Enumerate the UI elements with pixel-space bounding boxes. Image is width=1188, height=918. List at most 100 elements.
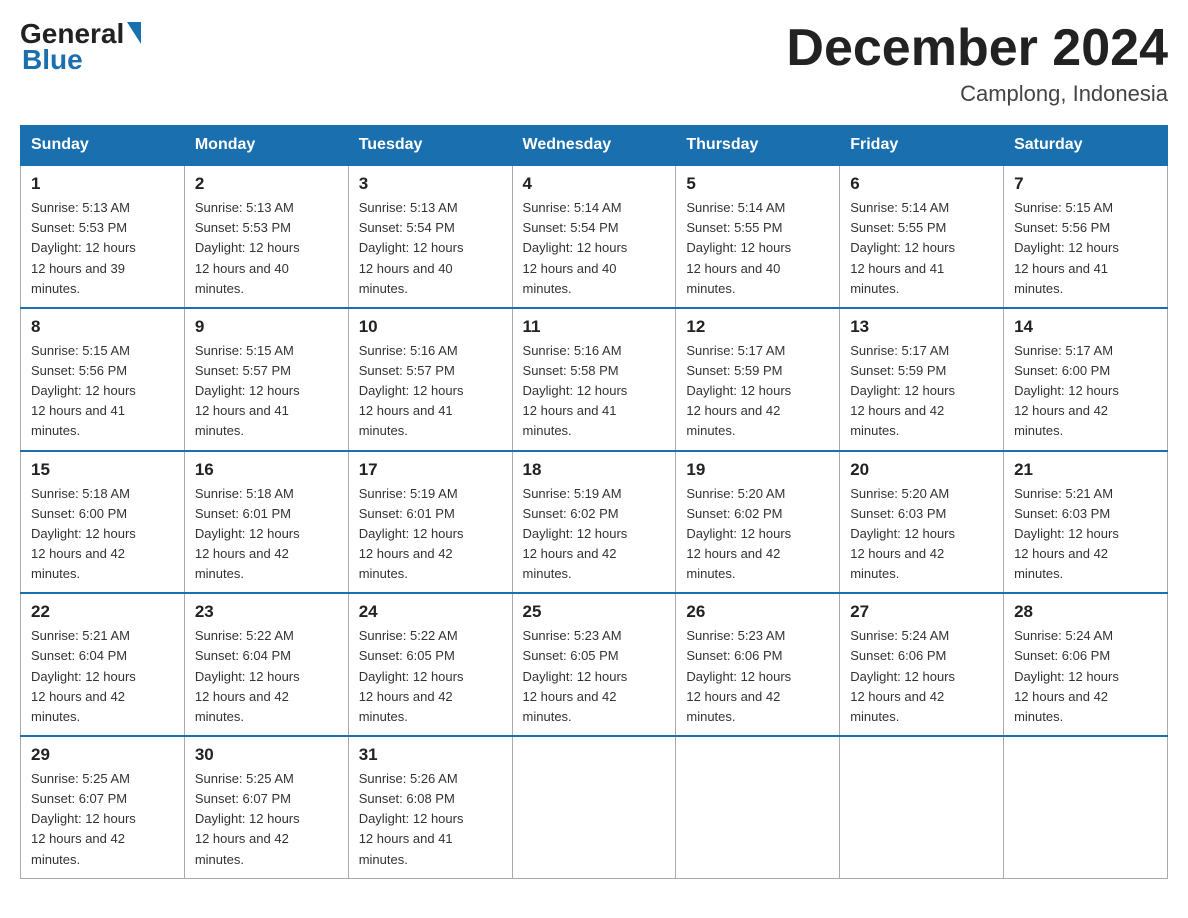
calendar-cell: 16 Sunrise: 5:18 AMSunset: 6:01 PMDayligh… [184, 451, 348, 594]
calendar-header-sunday: Sunday [21, 126, 185, 166]
week-row-3: 15Sunrise: 5:18 AMSunset: 6:00 PMDayligh… [21, 451, 1168, 594]
day-info: Sunrise: 5:21 AMSunset: 6:04 PMDaylight:… [31, 626, 174, 727]
day-number: 18 [523, 460, 666, 480]
calendar-cell [1004, 736, 1168, 878]
calendar-cell: 11Sunrise: 5:16 AMSunset: 5:58 PMDayligh… [512, 308, 676, 451]
calendar-cell: 9 Sunrise: 5:15 AMSunset: 5:57 PMDaylight… [184, 308, 348, 451]
calendar-cell: 14 Sunrise: 5:17 AMSunset: 6:00 PMDayligh… [1004, 308, 1168, 451]
day-number: 19 [686, 460, 829, 480]
day-number: 5 [686, 174, 829, 194]
calendar-cell: 31 Sunrise: 5:26 AMSunset: 6:08 PMDayligh… [348, 736, 512, 878]
calendar-cell: 25 Sunrise: 5:23 AMSunset: 6:05 PMDayligh… [512, 593, 676, 736]
day-info: Sunrise: 5:13 AMSunset: 5:53 PMDaylight:… [31, 198, 174, 299]
calendar-cell: 21 Sunrise: 5:21 AMSunset: 6:03 PMDayligh… [1004, 451, 1168, 594]
calendar-cell: 19 Sunrise: 5:20 AMSunset: 6:02 PMDayligh… [676, 451, 840, 594]
day-number: 22 [31, 602, 174, 622]
day-info: Sunrise: 5:25 AMSunset: 6:07 PMDaylight:… [195, 769, 338, 870]
calendar-cell: 23 Sunrise: 5:22 AMSunset: 6:04 PMDayligh… [184, 593, 348, 736]
calendar-cell: 13Sunrise: 5:17 AMSunset: 5:59 PMDayligh… [840, 308, 1004, 451]
calendar-header-friday: Friday [840, 126, 1004, 166]
day-info: Sunrise: 5:23 AMSunset: 6:06 PMDaylight:… [686, 626, 829, 727]
calendar-cell [676, 736, 840, 878]
calendar-cell: 28 Sunrise: 5:24 AMSunset: 6:06 PMDayligh… [1004, 593, 1168, 736]
day-number: 4 [523, 174, 666, 194]
day-number: 14 [1014, 317, 1157, 337]
calendar-cell: 2 Sunrise: 5:13 AMSunset: 5:53 PMDaylight… [184, 165, 348, 308]
day-info: Sunrise: 5:21 AMSunset: 6:03 PMDaylight:… [1014, 484, 1157, 585]
day-info: Sunrise: 5:20 AMSunset: 6:03 PMDaylight:… [850, 484, 993, 585]
day-info: Sunrise: 5:18 AMSunset: 6:00 PMDaylight:… [31, 484, 174, 585]
calendar-cell: 22 Sunrise: 5:21 AMSunset: 6:04 PMDayligh… [21, 593, 185, 736]
calendar-cell: 15Sunrise: 5:18 AMSunset: 6:00 PMDayligh… [21, 451, 185, 594]
calendar-header-tuesday: Tuesday [348, 126, 512, 166]
logo: General Blue [20, 20, 141, 76]
day-info: Sunrise: 5:16 AMSunset: 5:57 PMDaylight:… [359, 341, 502, 442]
day-info: Sunrise: 5:14 AMSunset: 5:54 PMDaylight:… [523, 198, 666, 299]
calendar-cell: 30 Sunrise: 5:25 AMSunset: 6:07 PMDayligh… [184, 736, 348, 878]
calendar-cell: 1 Sunrise: 5:13 AMSunset: 5:53 PMDaylight… [21, 165, 185, 308]
day-number: 26 [686, 602, 829, 622]
calendar-table: SundayMondayTuesdayWednesdayThursdayFrid… [20, 125, 1168, 879]
calendar-cell: 18 Sunrise: 5:19 AMSunset: 6:02 PMDayligh… [512, 451, 676, 594]
week-row-4: 22 Sunrise: 5:21 AMSunset: 6:04 PMDayligh… [21, 593, 1168, 736]
week-row-5: 29 Sunrise: 5:25 AMSunset: 6:07 PMDayligh… [21, 736, 1168, 878]
logo-blue-text: Blue [22, 44, 83, 76]
day-number: 30 [195, 745, 338, 765]
day-number: 28 [1014, 602, 1157, 622]
day-info: Sunrise: 5:17 AMSunset: 5:59 PMDaylight:… [686, 341, 829, 442]
day-number: 29 [31, 745, 174, 765]
calendar-cell: 10 Sunrise: 5:16 AMSunset: 5:57 PMDayligh… [348, 308, 512, 451]
week-row-2: 8Sunrise: 5:15 AMSunset: 5:56 PMDaylight… [21, 308, 1168, 451]
day-number: 24 [359, 602, 502, 622]
day-number: 12 [686, 317, 829, 337]
page-title: December 2024 [786, 20, 1168, 77]
day-info: Sunrise: 5:18 AMSunset: 6:01 PMDaylight:… [195, 484, 338, 585]
calendar-cell: 12 Sunrise: 5:17 AMSunset: 5:59 PMDayligh… [676, 308, 840, 451]
day-number: 21 [1014, 460, 1157, 480]
day-info: Sunrise: 5:16 AMSunset: 5:58 PMDaylight:… [523, 341, 666, 442]
day-info: Sunrise: 5:25 AMSunset: 6:07 PMDaylight:… [31, 769, 174, 870]
day-info: Sunrise: 5:15 AMSunset: 5:57 PMDaylight:… [195, 341, 338, 442]
calendar-header-monday: Monday [184, 126, 348, 166]
day-number: 9 [195, 317, 338, 337]
day-number: 2 [195, 174, 338, 194]
day-info: Sunrise: 5:22 AMSunset: 6:05 PMDaylight:… [359, 626, 502, 727]
day-number: 27 [850, 602, 993, 622]
calendar-cell: 7Sunrise: 5:15 AMSunset: 5:56 PMDaylight… [1004, 165, 1168, 308]
calendar-cell: 6Sunrise: 5:14 AMSunset: 5:55 PMDaylight… [840, 165, 1004, 308]
day-info: Sunrise: 5:19 AMSunset: 6:02 PMDaylight:… [523, 484, 666, 585]
day-number: 20 [850, 460, 993, 480]
day-number: 7 [1014, 174, 1157, 194]
day-info: Sunrise: 5:24 AMSunset: 6:06 PMDaylight:… [850, 626, 993, 727]
day-number: 16 [195, 460, 338, 480]
day-number: 31 [359, 745, 502, 765]
day-number: 1 [31, 174, 174, 194]
calendar-header-saturday: Saturday [1004, 126, 1168, 166]
day-info: Sunrise: 5:20 AMSunset: 6:02 PMDaylight:… [686, 484, 829, 585]
calendar-header-row: SundayMondayTuesdayWednesdayThursdayFrid… [21, 126, 1168, 166]
calendar-cell: 24 Sunrise: 5:22 AMSunset: 6:05 PMDayligh… [348, 593, 512, 736]
day-info: Sunrise: 5:24 AMSunset: 6:06 PMDaylight:… [1014, 626, 1157, 727]
day-number: 10 [359, 317, 502, 337]
day-info: Sunrise: 5:22 AMSunset: 6:04 PMDaylight:… [195, 626, 338, 727]
day-info: Sunrise: 5:17 AMSunset: 6:00 PMDaylight:… [1014, 341, 1157, 442]
calendar-header-thursday: Thursday [676, 126, 840, 166]
day-info: Sunrise: 5:13 AMSunset: 5:53 PMDaylight:… [195, 198, 338, 299]
day-info: Sunrise: 5:19 AMSunset: 6:01 PMDaylight:… [359, 484, 502, 585]
logo-triangle-icon [127, 22, 141, 44]
day-info: Sunrise: 5:23 AMSunset: 6:05 PMDaylight:… [523, 626, 666, 727]
page-location: Camplong, Indonesia [786, 81, 1168, 107]
day-number: 23 [195, 602, 338, 622]
calendar-cell: 27 Sunrise: 5:24 AMSunset: 6:06 PMDayligh… [840, 593, 1004, 736]
calendar-cell: 29 Sunrise: 5:25 AMSunset: 6:07 PMDayligh… [21, 736, 185, 878]
page-header: General Blue December 2024 Camplong, Ind… [20, 20, 1168, 107]
week-row-1: 1 Sunrise: 5:13 AMSunset: 5:53 PMDaylight… [21, 165, 1168, 308]
calendar-cell [512, 736, 676, 878]
day-number: 25 [523, 602, 666, 622]
day-info: Sunrise: 5:26 AMSunset: 6:08 PMDaylight:… [359, 769, 502, 870]
day-info: Sunrise: 5:13 AMSunset: 5:54 PMDaylight:… [359, 198, 502, 299]
calendar-cell: 5Sunrise: 5:14 AMSunset: 5:55 PMDaylight… [676, 165, 840, 308]
calendar-cell: 3 Sunrise: 5:13 AMSunset: 5:54 PMDaylight… [348, 165, 512, 308]
day-number: 3 [359, 174, 502, 194]
calendar-cell: 17Sunrise: 5:19 AMSunset: 6:01 PMDayligh… [348, 451, 512, 594]
